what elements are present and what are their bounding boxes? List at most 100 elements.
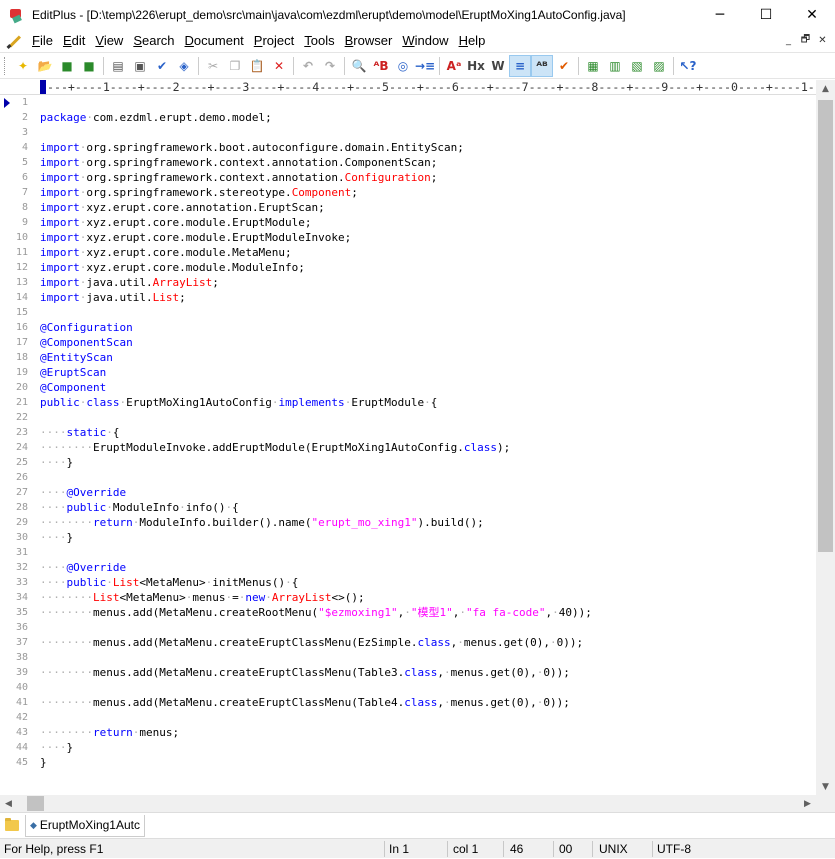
context-help-button[interactable]: ↖? bbox=[677, 55, 699, 77]
code-line[interactable]: 25 ····} bbox=[0, 455, 816, 470]
minimize-button[interactable]: ─ bbox=[697, 0, 743, 30]
code-line[interactable]: 20 @Component bbox=[0, 380, 816, 395]
find-in-files-button[interactable]: ◎ bbox=[392, 55, 414, 77]
menu-project[interactable]: Project bbox=[250, 30, 298, 51]
code-line[interactable]: 21 public·class·EruptMoXing1AutoConfig·im… bbox=[0, 395, 816, 410]
undo-button[interactable]: ↶ bbox=[297, 55, 319, 77]
word-wrap-button[interactable]: W bbox=[487, 55, 509, 77]
save-button[interactable]: ■ bbox=[56, 55, 78, 77]
menu-search[interactable]: Search bbox=[129, 30, 178, 51]
menu-window[interactable]: Window bbox=[398, 30, 452, 51]
redo-button[interactable]: ↷ bbox=[319, 55, 341, 77]
code-line[interactable]: 18 @EntityScan bbox=[0, 350, 816, 365]
cliptext-button[interactable]: ▦ bbox=[582, 55, 604, 77]
print-button[interactable]: ▣ bbox=[129, 55, 151, 77]
code-line[interactable]: 40 bbox=[0, 680, 816, 695]
code-line[interactable]: 33 ····public·List<MetaMenu>·initMenus()·… bbox=[0, 575, 816, 590]
code-line[interactable]: 4 import·org.springframework.boot.autocon… bbox=[0, 140, 816, 155]
code-line[interactable]: 17 @ComponentScan bbox=[0, 335, 816, 350]
code-line[interactable]: 10 import·xyz.erupt.core.module.EruptModu… bbox=[0, 230, 816, 245]
scroll-right-arrow[interactable]: ▶ bbox=[799, 795, 816, 812]
code-line[interactable]: 37 ········menus.add(MetaMenu.createErupt… bbox=[0, 635, 816, 650]
print-preview-button[interactable]: ▤ bbox=[107, 55, 129, 77]
scroll-down-arrow[interactable]: ▼ bbox=[816, 778, 835, 795]
code-line[interactable]: 16 @Configuration bbox=[0, 320, 816, 335]
menu-tools[interactable]: Tools bbox=[300, 30, 338, 51]
close-button[interactable]: ✕ bbox=[789, 0, 835, 30]
code-line[interactable]: 42 bbox=[0, 710, 816, 725]
code-line[interactable]: 14 import·java.util.List; bbox=[0, 290, 816, 305]
code-line[interactable]: 2 package·com.ezdml.erupt.demo.model; bbox=[0, 110, 816, 125]
code-line[interactable]: 24 ········EruptModuleInvoke.addEruptModu… bbox=[0, 440, 816, 455]
horizontal-scrollbar[interactable]: ◀ ▶ bbox=[0, 795, 835, 812]
cut-button[interactable]: ✂ bbox=[202, 55, 224, 77]
check-button[interactable]: ✔ bbox=[553, 55, 575, 77]
code-line[interactable]: 36 bbox=[0, 620, 816, 635]
font-button[interactable]: Aᵃ bbox=[443, 55, 465, 77]
code-line[interactable]: 3 bbox=[0, 125, 816, 140]
copy-button[interactable]: ❐ bbox=[224, 55, 246, 77]
window-list-button[interactable]: ▨ bbox=[648, 55, 670, 77]
column-marker-button[interactable]: ᴬᴮ bbox=[531, 54, 553, 77]
toolbar-grip[interactable] bbox=[4, 56, 8, 75]
replace-button[interactable]: ᴬB bbox=[370, 55, 392, 77]
code-line[interactable]: 38 bbox=[0, 650, 816, 665]
code-editor[interactable]: 1 2 package·com.ezdml.erupt.demo.model; 3 4 i… bbox=[0, 95, 816, 795]
browser-view-button[interactable]: ◈ bbox=[173, 55, 195, 77]
code-line[interactable]: 35 ········menus.add(MetaMenu.createRootM… bbox=[0, 605, 816, 620]
status-line-ending[interactable]: UNIX bbox=[599, 839, 628, 859]
code-line[interactable]: 45} bbox=[0, 755, 816, 770]
code-line[interactable]: 41 ········menus.add(MetaMenu.createErupt… bbox=[0, 695, 816, 710]
scroll-up-arrow[interactable]: ▲ bbox=[816, 80, 835, 97]
document-tab[interactable]: ◆ EruptMoXing1Autc bbox=[25, 814, 145, 837]
new-file-button[interactable]: ✦ bbox=[12, 55, 34, 77]
line-number-button[interactable]: ≡ bbox=[509, 54, 531, 77]
code-line[interactable]: 9 import·xyz.erupt.core.module.EruptModul… bbox=[0, 215, 816, 230]
code-line[interactable]: 30 ····} bbox=[0, 530, 816, 545]
spell-check-button[interactable]: ✔ bbox=[151, 55, 173, 77]
code-line[interactable]: 6 import·org.springframework.context.anno… bbox=[0, 170, 816, 185]
open-folder-button[interactable]: 📂 bbox=[34, 55, 56, 77]
code-line[interactable]: 39 ········menus.add(MetaMenu.createErupt… bbox=[0, 665, 816, 680]
folder-icon[interactable] bbox=[5, 818, 19, 831]
code-line[interactable]: 8 import·xyz.erupt.core.annotation.EruptS… bbox=[0, 200, 816, 215]
menu-document[interactable]: Document bbox=[181, 30, 248, 51]
menu-view[interactable]: View bbox=[91, 30, 127, 51]
code-line[interactable]: 44 ····} bbox=[0, 740, 816, 755]
directory-button[interactable]: ▥ bbox=[604, 55, 626, 77]
code-line[interactable]: 43 ········return·menus; bbox=[0, 725, 816, 740]
mdi-restore-button[interactable]: 🗗 bbox=[797, 33, 814, 48]
code-line[interactable]: 15 bbox=[0, 305, 816, 320]
menu-help[interactable]: Help bbox=[455, 30, 490, 51]
maximize-button[interactable]: ☐ bbox=[743, 0, 789, 30]
menu-browser[interactable]: Browser bbox=[341, 30, 397, 51]
code-line[interactable]: 32 ····@Override bbox=[0, 560, 816, 575]
code-line[interactable]: 1 bbox=[0, 95, 816, 110]
code-line[interactable]: 5 import·org.springframework.context.anno… bbox=[0, 155, 816, 170]
code-line[interactable]: 29 ········return·ModuleInfo.builder().na… bbox=[0, 515, 816, 530]
code-line[interactable]: 12 import·xyz.erupt.core.module.ModuleInf… bbox=[0, 260, 816, 275]
horizontal-scroll-thumb[interactable] bbox=[27, 796, 44, 811]
code-line[interactable]: 13 import·java.util.ArrayList; bbox=[0, 275, 816, 290]
scroll-left-arrow[interactable]: ◀ bbox=[0, 795, 17, 812]
menu-file[interactable]: File bbox=[28, 30, 57, 51]
paste-button[interactable]: 📋 bbox=[246, 55, 268, 77]
hex-view-button[interactable]: Hx bbox=[465, 55, 487, 77]
code-line[interactable]: 34 ········List<MetaMenu>·menus·=·new·Arr… bbox=[0, 590, 816, 605]
code-line[interactable]: 27 ····@Override bbox=[0, 485, 816, 500]
vertical-scrollbar[interactable]: ▲ ▼ bbox=[816, 80, 835, 795]
status-encoding[interactable]: UTF-8 bbox=[657, 839, 691, 859]
menu-edit[interactable]: Edit bbox=[59, 30, 89, 51]
mdi-close-button[interactable]: ✕ bbox=[814, 33, 831, 48]
code-line[interactable]: 23 ····static·{ bbox=[0, 425, 816, 440]
code-line[interactable]: 28 ····public·ModuleInfo·info()·{ bbox=[0, 500, 816, 515]
goto-line-button[interactable]: →≡ bbox=[414, 55, 436, 77]
code-line[interactable]: 11 import·xyz.erupt.core.module.MetaMenu; bbox=[0, 245, 816, 260]
delete-button[interactable]: ✕ bbox=[268, 55, 290, 77]
mdi-minimize-button[interactable]: _ bbox=[780, 33, 797, 48]
code-line[interactable]: 26 bbox=[0, 470, 816, 485]
code-line[interactable]: 22 bbox=[0, 410, 816, 425]
code-line[interactable]: 31 bbox=[0, 545, 816, 560]
vertical-scroll-thumb[interactable] bbox=[818, 100, 833, 552]
find-button[interactable]: 🔍 bbox=[348, 55, 370, 77]
